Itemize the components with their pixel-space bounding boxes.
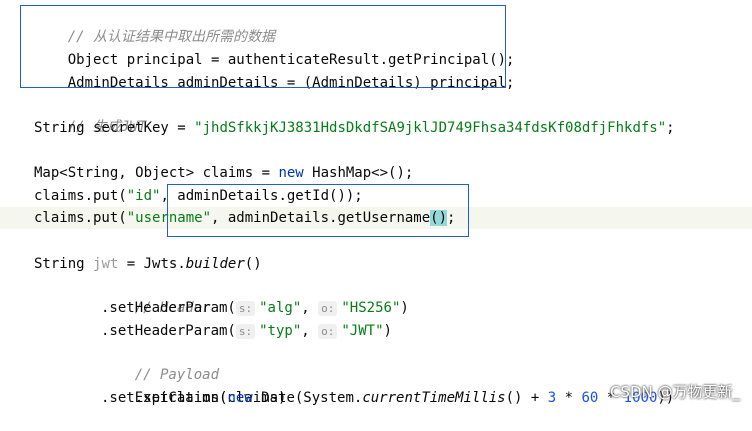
code-line-12: String jwt = Jwts.builder() bbox=[34, 253, 262, 275]
code-text: () + bbox=[505, 390, 548, 406]
code-text: , adminDetails.getId()); bbox=[160, 188, 363, 204]
code-line-18: .setExpiration(new Date(System.currentTi… bbox=[101, 387, 674, 409]
code-line-13: // Header bbox=[101, 275, 211, 316]
code-line-2: Object principal = authenticateResult.ge… bbox=[34, 27, 515, 68]
code-text: () bbox=[244, 256, 262, 272]
watermark: CSDN @万物更新_ bbox=[609, 383, 740, 401]
code-text: ; bbox=[666, 120, 675, 136]
code-text: = Jwts. bbox=[118, 256, 186, 272]
parameter-hint: o: bbox=[318, 323, 338, 339]
code-text: claims.put( bbox=[34, 188, 127, 204]
code-line-9: claims.put("id", adminDetails.getId()); bbox=[34, 185, 363, 207]
code-line-17: .setClaims(claims) bbox=[101, 365, 287, 406]
code-text: * bbox=[556, 390, 582, 406]
code-string: "JWT" bbox=[341, 323, 384, 339]
code-text: String secretKey = bbox=[34, 120, 195, 136]
code-text: , adminDetails.getUsername bbox=[211, 210, 431, 226]
code-line-10: claims.put("username", adminDetails.getU… bbox=[34, 207, 455, 229]
parameter-hint: s: bbox=[235, 300, 256, 316]
code-text: , bbox=[301, 300, 319, 316]
code-string: "HS256" bbox=[341, 300, 401, 316]
code-text: ) bbox=[383, 323, 392, 339]
code-number: 3 bbox=[547, 390, 557, 406]
code-string: "alg" bbox=[259, 300, 302, 316]
code-string: "username" bbox=[126, 210, 212, 226]
code-text: .setHeaderParam( bbox=[101, 323, 236, 339]
code-text: HashMap<>(); bbox=[303, 165, 414, 181]
code-string: "id" bbox=[126, 188, 161, 204]
code-text: ) bbox=[400, 300, 409, 316]
parameter-hint: s: bbox=[235, 323, 256, 339]
parameter-hint: o: bbox=[318, 300, 338, 316]
code-text: claims.put( bbox=[34, 210, 127, 226]
code-line-15: .setHeaderParam(s: "typ", o: "JWT") bbox=[101, 320, 392, 342]
code-keyword: new bbox=[227, 390, 253, 406]
code-text: .setExpiration( bbox=[101, 390, 228, 406]
code-text: Map<String, Object> claims = bbox=[34, 165, 279, 181]
code-text: , bbox=[301, 323, 319, 339]
code-unused-variable: jwt bbox=[93, 256, 119, 272]
code-keyword: new bbox=[278, 165, 304, 181]
code-line-6: String secretKey = "jhdSfkkjKJ3831HdsDkd… bbox=[34, 117, 675, 139]
code-text: ; bbox=[447, 210, 456, 226]
code-line-5: // 生成JWT bbox=[34, 94, 147, 135]
code-string: "typ" bbox=[259, 323, 302, 339]
code-text: .setHeaderParam( bbox=[101, 300, 236, 316]
code-static-method: currentTimeMillis bbox=[362, 390, 506, 406]
code-static-method: builder bbox=[185, 256, 245, 272]
code-line-14: .setHeaderParam(s: "alg", o: "HS256") bbox=[101, 297, 409, 319]
matched-parentheses: () bbox=[430, 210, 448, 226]
code-line-3: AdminDetails adminDetails = (AdminDetail… bbox=[34, 50, 515, 91]
code-line-8: Map<String, Object> claims = new HashMap… bbox=[34, 162, 413, 184]
code-text: Date(System. bbox=[252, 390, 363, 406]
code-line-1: // 从认证结果中取出所需的数据 bbox=[34, 4, 275, 45]
code-string: "jhdSfkkjKJ3831HdsDkdfSA9jklJD749Fhsa34f… bbox=[194, 120, 667, 136]
code-text: String bbox=[34, 256, 94, 272]
code-number: 60 bbox=[581, 390, 599, 406]
code-text: AdminDetails adminDetails = (AdminDetail… bbox=[67, 75, 515, 91]
code-line-16: // Payload bbox=[101, 342, 219, 383]
